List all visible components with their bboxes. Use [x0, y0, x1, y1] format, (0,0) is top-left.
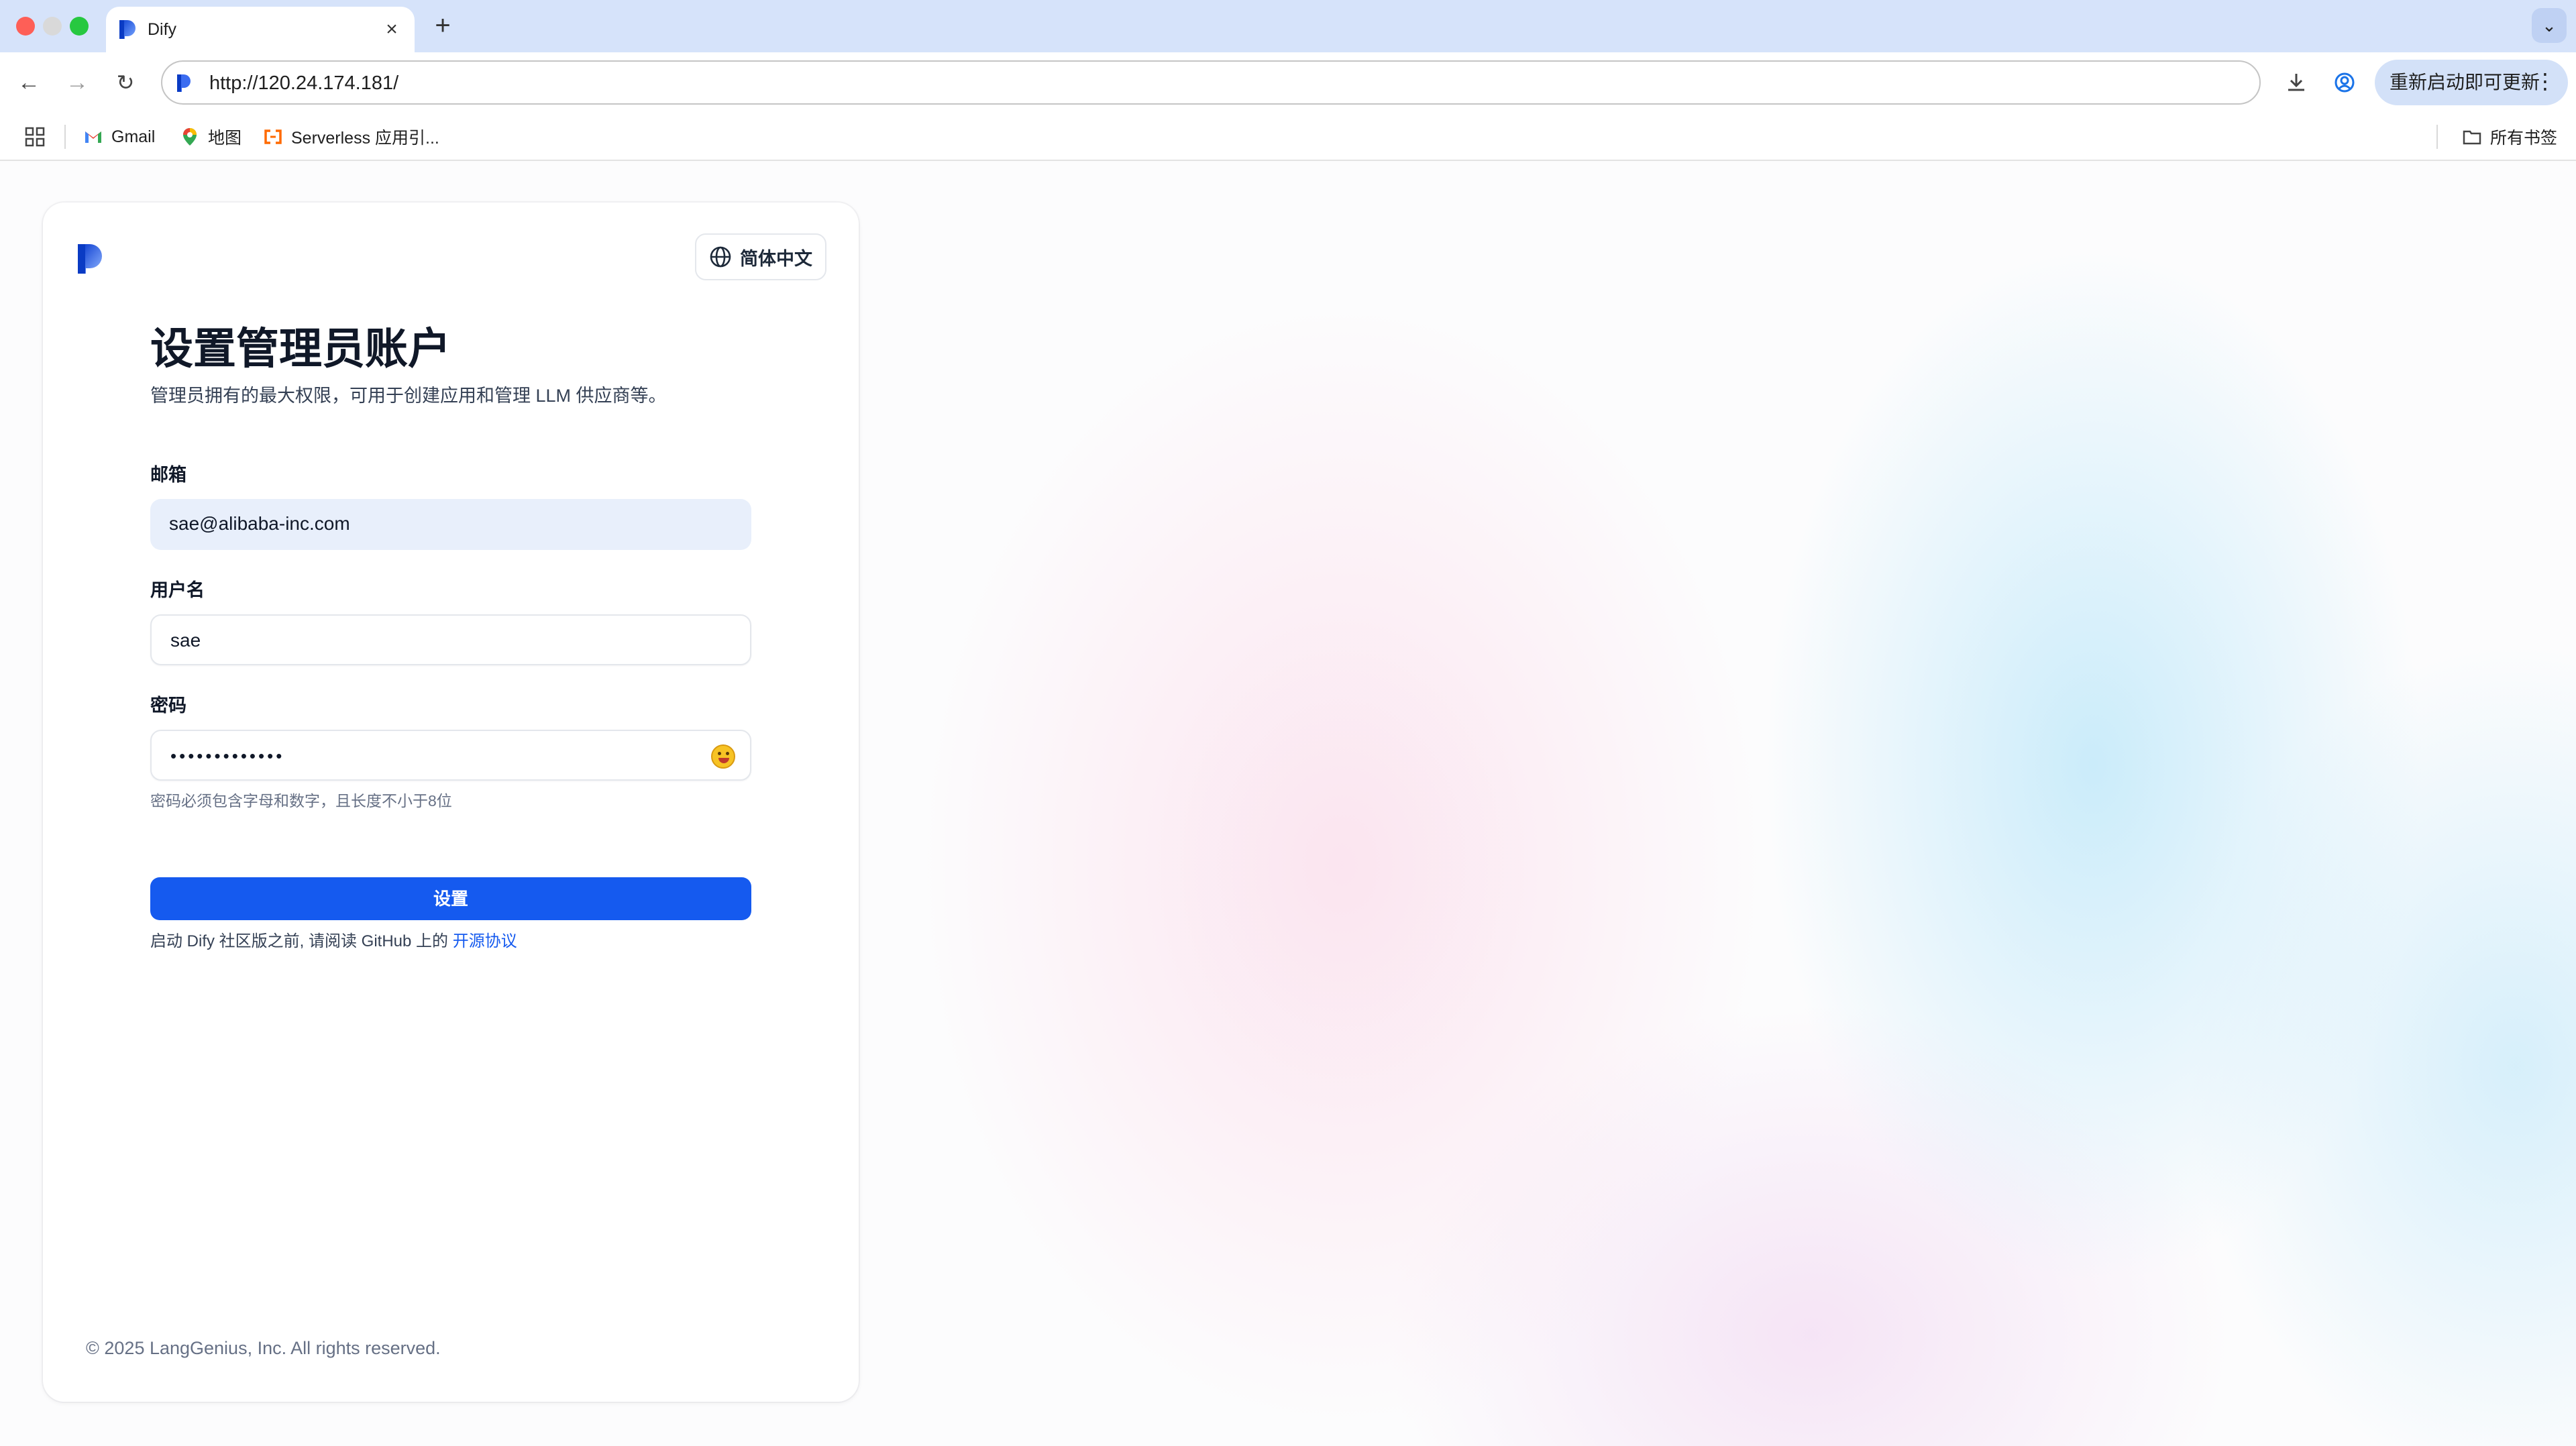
license-notice: 启动 Dify 社区版之前, 请阅读 GitHub 上的 开源协议: [150, 930, 517, 954]
address-bar[interactable]: http://120.24.174.181/: [161, 60, 2261, 105]
browser-toolbar: ← → ↻ http://120.24.174.181/ 重新启动即可更新 ⋮: [0, 52, 2576, 113]
minimize-window-button[interactable]: [43, 17, 62, 36]
language-label: 简体中文: [740, 248, 812, 269]
maps-pin-icon: [183, 128, 197, 146]
password-value: •••••••••••••: [170, 746, 285, 766]
maximize-window-button[interactable]: [70, 17, 89, 36]
reload-icon[interactable]: ↻: [110, 67, 141, 98]
update-label: 重新启动即可更新: [2390, 72, 2540, 93]
download-icon[interactable]: [2281, 67, 2312, 98]
forward-arrow-icon[interactable]: →: [62, 67, 93, 98]
close-window-button[interactable]: [16, 17, 35, 36]
bookmark-serverless[interactable]: Serverless 应用引...: [263, 123, 439, 150]
browser-tab-dify[interactable]: Dify ×: [106, 7, 415, 52]
profile-icon[interactable]: [2329, 67, 2360, 98]
bookmarks-divider: [64, 125, 66, 149]
site-favicon-icon: [177, 74, 191, 92]
page-title: 设置管理员账户: [150, 325, 451, 373]
bookmarks-bar: Gmail 地图 Serverless 应用引... 所有书签: [0, 113, 2576, 161]
show-password-emoji-icon[interactable]: [711, 744, 735, 769]
bookmark-gmail[interactable]: Gmail: [83, 123, 155, 150]
username-field[interactable]: sae: [150, 614, 751, 665]
tab-title: Dify: [148, 20, 177, 39]
more-menu-icon[interactable]: ⋮: [2534, 69, 2556, 93]
globe-icon: [710, 246, 731, 268]
dify-favicon-icon: [119, 20, 136, 39]
password-field[interactable]: •••••••••••••: [150, 730, 751, 781]
gmail-icon: [85, 131, 101, 143]
dify-logo-icon: [78, 244, 102, 274]
license-notice-text: 启动 Dify 社区版之前, 请阅读 GitHub 上的: [150, 932, 453, 950]
language-switcher-button[interactable]: 简体中文: [695, 233, 826, 280]
folder-icon: [2463, 130, 2481, 145]
setup-submit-button[interactable]: 设置: [150, 877, 751, 920]
relaunch-to-update-button[interactable]: 重新启动即可更新 ⋮: [2375, 60, 2568, 105]
back-arrow-icon[interactable]: ←: [13, 67, 44, 98]
serverless-icon: [264, 129, 282, 144]
all-bookmarks-label: 所有书签: [2489, 129, 2557, 148]
copyright-footer: © 2025 LangGenius, Inc. All rights reser…: [86, 1338, 441, 1358]
tab-strip: Dify × + ⌄: [0, 0, 2576, 52]
bookmark-label: Gmail: [111, 127, 156, 146]
email-field[interactable]: sae@alibaba-inc.com: [150, 499, 751, 550]
password-hint: 密码必须包含字母和数字，且长度不小于8位: [150, 792, 452, 810]
new-tab-plus-icon[interactable]: +: [428, 12, 458, 42]
tab-search-chevron-icon[interactable]: ⌄: [2532, 8, 2567, 43]
address-url: http://120.24.174.181/: [209, 72, 399, 94]
bookmarks-divider: [2436, 125, 2438, 149]
page-subtitle: 管理员拥有的最大权限，可用于创建应用和管理 LLM 供应商等。: [150, 386, 667, 406]
email-label: 邮箱: [150, 465, 186, 485]
bookmark-label: Serverless 应用引...: [291, 129, 439, 148]
open-source-license-link[interactable]: 开源协议: [453, 932, 517, 950]
username-label: 用户名: [150, 580, 205, 600]
bookmark-label: 地图: [208, 129, 242, 148]
setup-card: 简体中文 设置管理员账户 管理员拥有的最大权限，可用于创建应用和管理 LLM 供…: [43, 203, 859, 1402]
browser-chrome: Dify × + ⌄ ← → ↻ http://120.24.174.181/ …: [0, 0, 2576, 161]
tab-close-icon[interactable]: ×: [380, 17, 404, 42]
all-bookmarks-button[interactable]: 所有书签: [2462, 123, 2557, 150]
bookmark-maps[interactable]: 地图: [180, 123, 241, 150]
apps-grid-icon[interactable]: [24, 126, 46, 148]
password-label: 密码: [150, 696, 186, 716]
page-viewport: 简体中文 设置管理员账户 管理员拥有的最大权限，可用于创建应用和管理 LLM 供…: [0, 161, 2576, 1446]
